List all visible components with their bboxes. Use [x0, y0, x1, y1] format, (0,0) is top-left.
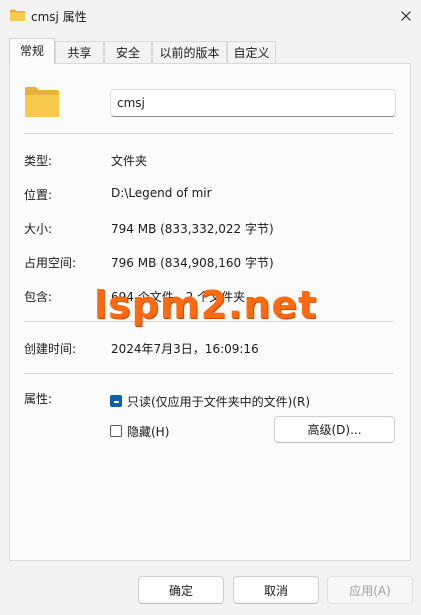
- folder-name-input[interactable]: [110, 89, 396, 117]
- hidden-checkbox[interactable]: [110, 425, 122, 437]
- tab-sharing[interactable]: 共享: [55, 41, 104, 63]
- advanced-button[interactable]: 高级(D)...: [274, 416, 395, 443]
- contains-label: 包含:: [24, 290, 53, 304]
- readonly-checkbox[interactable]: [110, 395, 122, 407]
- location-label: 位置:: [24, 188, 53, 202]
- close-icon: [401, 11, 411, 21]
- apply-button[interactable]: 应用(A): [327, 576, 413, 604]
- folder-icon: [10, 9, 25, 21]
- folder-icon: [25, 87, 59, 117]
- location-value: D:\Legend of mir: [111, 186, 212, 200]
- size-on-disk-label: 占用空间:: [24, 256, 77, 270]
- readonly-label[interactable]: 只读(仅应用于文件夹中的文件)(R): [127, 393, 310, 410]
- size-label: 大小:: [24, 222, 53, 236]
- attributes-label: 属性:: [24, 392, 53, 406]
- separator: [24, 373, 393, 374]
- tab-security[interactable]: 安全: [104, 41, 152, 63]
- window-title: cmsj 属性: [31, 10, 87, 24]
- title-bar: cmsj 属性: [0, 0, 421, 32]
- cancel-button[interactable]: 取消: [233, 576, 319, 604]
- created-label: 创建时间:: [24, 342, 77, 356]
- hidden-label[interactable]: 隐藏(H): [127, 423, 169, 440]
- close-button[interactable]: [391, 0, 421, 32]
- created-value: 2024年7月3日，16:09:16: [111, 342, 259, 356]
- ok-button[interactable]: 确定: [138, 576, 224, 604]
- tab-previous-versions[interactable]: 以前的版本: [152, 41, 227, 63]
- tab-general[interactable]: 常规: [9, 38, 55, 64]
- separator: [24, 133, 393, 134]
- watermark: lspm2.net: [94, 283, 318, 327]
- size-on-disk-value: 796 MB (834,908,160 字节): [111, 256, 274, 270]
- size-value: 794 MB (833,332,022 字节): [111, 222, 274, 236]
- type-label: 类型:: [24, 154, 53, 168]
- type-value: 文件夹: [111, 154, 148, 168]
- tab-customize[interactable]: 自定义: [227, 41, 276, 63]
